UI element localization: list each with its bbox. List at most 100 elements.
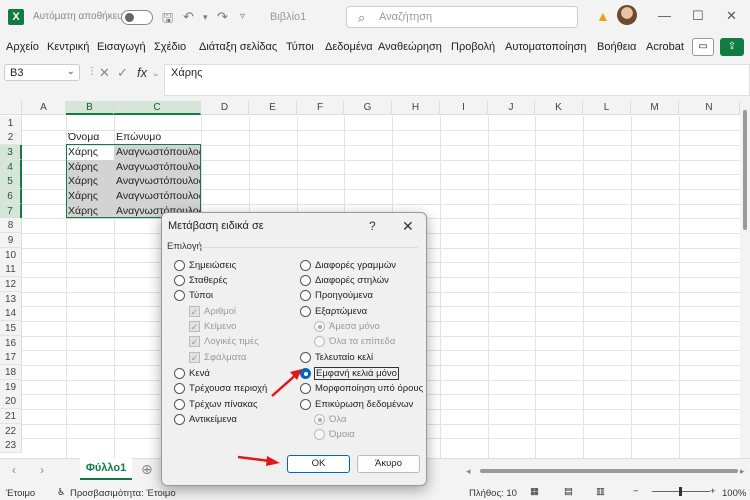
page-layout-view-icon[interactable]: ▤ [564,486,573,497]
column-header[interactable]: N [679,101,740,115]
formula-input[interactable]: Χάρης [164,64,750,96]
cell-b2[interactable]: Όνομα [66,130,114,145]
name-box[interactable]: B3 ⌄ [4,64,80,81]
column-header[interactable]: H [392,101,440,115]
add-sheet-icon[interactable]: ⊕ [141,461,153,478]
row-header[interactable]: 1 [0,116,22,131]
horizontal-scroll-thumb[interactable] [480,469,738,473]
row-header[interactable]: 4 [0,160,22,175]
tab-review[interactable]: Αναθεώρηση [378,41,442,53]
tab-file[interactable]: Αρχείο [6,41,39,53]
radio[interactable] [174,290,185,301]
column-header[interactable]: E [249,101,297,115]
column-header[interactable]: K [535,101,583,115]
column-header[interactable]: A [22,101,66,115]
select-all-corner[interactable] [0,101,22,115]
normal-view-icon[interactable]: ▦ [530,486,539,497]
tab-view[interactable]: Προβολή [451,41,495,53]
radio[interactable] [174,368,185,379]
insert-function-icon[interactable]: fx [137,65,147,80]
row-header[interactable]: 15 [0,321,22,336]
column-header[interactable]: M [631,101,679,115]
row-header[interactable]: 11 [0,262,22,277]
column-header[interactable]: L [583,101,631,115]
column-header[interactable]: G [344,101,392,115]
cell-c2[interactable]: Επώνυμο [114,130,201,145]
row-header[interactable]: 6 [0,189,22,204]
radio[interactable] [174,260,185,271]
tab-help[interactable]: Βοήθεια [597,41,636,53]
zoom-level[interactable]: 100% [722,488,746,499]
radio[interactable] [300,260,311,271]
tab-prev-icon[interactable]: ‹ [12,463,16,477]
radio[interactable] [300,352,311,363]
more-icon[interactable]: ⋮ [87,66,97,77]
vertical-scroll-thumb[interactable] [743,110,747,230]
fx-dropdown-icon[interactable]: ⌄ [152,68,160,79]
radio[interactable] [300,306,311,317]
radio[interactable] [174,383,185,394]
row-header[interactable]: 10 [0,248,22,263]
accessibility-status[interactable]: Προσβασιμότητα: Έτοιμο [70,488,176,499]
radio[interactable] [300,399,311,410]
row-header[interactable]: 12 [0,277,22,292]
comments-button[interactable]: ▭ [692,38,714,56]
row-header[interactable]: 7 [0,204,22,219]
close-icon[interactable]: ✕ [726,8,737,24]
row-header[interactable]: 22 [0,424,22,439]
search-input[interactable]: ⌕ Αναζήτηση [346,6,578,28]
row-header[interactable]: 5 [0,174,22,189]
row-header[interactable]: 3 [0,145,22,160]
minimize-icon[interactable]: — [658,8,671,23]
column-header[interactable]: I [440,101,488,115]
maximize-icon[interactable]: ☐ [692,8,704,24]
tab-data[interactable]: Δεδομένα [325,41,373,53]
tab-automate[interactable]: Αυτοματοποίηση [505,41,587,53]
column-header[interactable]: C [114,101,201,115]
row-header[interactable]: 14 [0,306,22,321]
column-header[interactable]: J [488,101,535,115]
zoom-slider-handle[interactable] [679,487,682,496]
row-header[interactable]: 20 [0,394,22,409]
tab-home[interactable]: Κεντρική [47,41,89,53]
close-icon[interactable]: ✕ [402,218,414,235]
tab-insert[interactable]: Εισαγωγή [97,41,146,53]
help-icon[interactable]: ? [369,219,376,233]
ok-button[interactable]: ΟΚ [287,455,350,473]
cancel-button[interactable]: Άκυρο [357,455,420,473]
autosave-toggle[interactable] [121,10,153,25]
radio[interactable] [300,275,311,286]
tab-draw[interactable]: Σχέδιο [154,41,186,53]
tab-page-layout[interactable]: Διάταξη σελίδας [199,41,277,53]
radio[interactable] [174,414,185,425]
column-header[interactable]: D [201,101,249,115]
save-icon[interactable]: 🖫 [162,9,173,31]
undo-dropdown-icon[interactable]: ▾ [203,12,208,23]
tab-acrobat[interactable]: Acrobat [646,41,684,53]
radio[interactable] [300,383,311,394]
row-header[interactable]: 13 [0,292,22,307]
undo-icon[interactable]: ↶ [183,9,194,25]
radio[interactable] [174,399,185,410]
cancel-icon[interactable]: ✕ [99,65,110,81]
enter-icon[interactable]: ✓ [117,65,128,81]
row-header[interactable]: 23 [0,438,22,453]
row-header[interactable]: 9 [0,233,22,248]
column-header[interactable]: B [66,101,114,115]
row-header[interactable]: 17 [0,350,22,365]
radio-selected[interactable] [300,368,311,379]
radio[interactable] [174,275,185,286]
row-header[interactable]: 16 [0,336,22,351]
hscroll-left-icon[interactable]: ◂ [466,466,471,477]
chevron-down-icon[interactable]: ⌄ [67,66,75,77]
row-header[interactable]: 8 [0,218,22,233]
radio[interactable] [300,290,311,301]
warning-icon[interactable]: ▲ [596,8,610,24]
row-header[interactable]: 21 [0,409,22,424]
zoom-in-icon[interactable]: + [710,486,716,497]
avatar[interactable] [617,5,637,25]
column-header[interactable]: F [297,101,344,115]
share-button[interactable]: ⇪ [720,38,744,56]
row-header[interactable]: 19 [0,380,22,395]
sheet-tab[interactable]: Φύλλο1 [80,458,132,480]
